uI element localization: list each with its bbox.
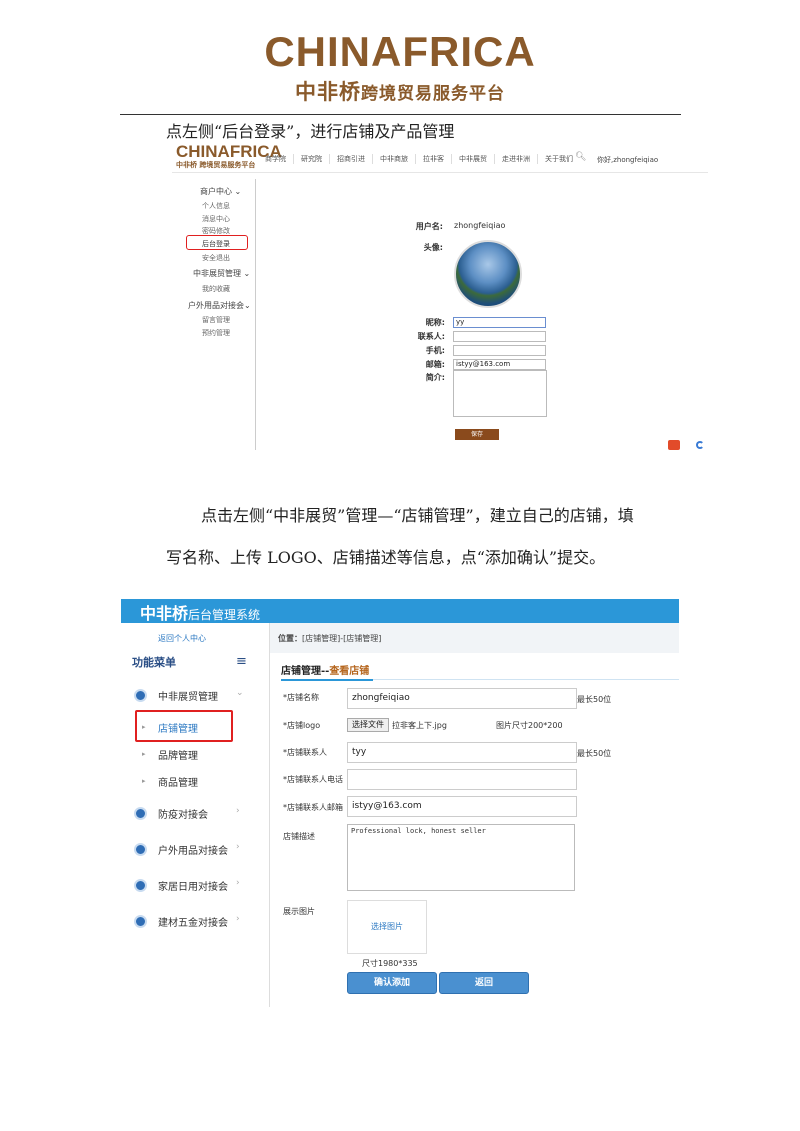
- site-logo-subtitle: 中非桥 跨境贸易服务平台: [176, 161, 256, 169]
- caret-right-icon: ▸: [142, 750, 146, 758]
- intro-textarea[interactable]: [453, 370, 547, 417]
- phone-field[interactable]: [453, 345, 546, 356]
- back-button[interactable]: 返回: [439, 972, 529, 994]
- chevron-down-icon: ⌄: [244, 301, 251, 310]
- nav-item[interactable]: 研究院: [294, 154, 330, 164]
- sidebar-item-messages-mgmt[interactable]: 留言管理: [202, 315, 230, 325]
- shop-email-input[interactable]: istyy@163.com: [347, 796, 577, 817]
- username-label: 用户名:: [415, 222, 443, 231]
- chosen-file-name: 拉非客上下.jpg: [392, 721, 447, 730]
- save-button[interactable]: 保存: [455, 429, 499, 440]
- contact-field[interactable]: [453, 331, 546, 342]
- sidebar-item-product-mgmt[interactable]: 商品管理: [158, 774, 198, 789]
- nav-item[interactable]: 拉非客: [416, 154, 452, 164]
- nickname-field[interactable]: yy: [453, 317, 546, 328]
- shop-name-input[interactable]: zhongfeiqiao: [347, 688, 577, 709]
- shop-contact-input[interactable]: tyy: [347, 742, 577, 763]
- shop-name-label: *店铺名称: [283, 693, 319, 702]
- instruction-paragraph-1: 点左侧“后台登录”，进行店铺及产品管理: [166, 122, 455, 141]
- site-nav: 商学院 研究院 招商引进 中非商旅 拉非客 中非展贸 走进非洲 关于我们: [258, 154, 580, 164]
- choose-image-button[interactable]: 选择图片: [347, 900, 427, 954]
- shop-name-hint: 最长50位: [577, 695, 612, 704]
- chevron-down-icon: ⌄: [236, 688, 244, 698]
- intro-label: 简介:: [425, 373, 445, 382]
- nav-item[interactable]: 商学院: [258, 154, 294, 164]
- sidebar-item-brand-mgmt[interactable]: 品牌管理: [158, 747, 198, 762]
- shop-contact-label: *店铺联系人: [283, 748, 327, 757]
- float-widget-icon[interactable]: [668, 440, 680, 450]
- caret-right-icon: ▸: [142, 777, 146, 785]
- sidebar-group-expo[interactable]: 中非展贸管理 ⌄: [193, 268, 250, 279]
- group-icon: [134, 807, 147, 820]
- sidebar-group-home[interactable]: 家居日用对接会: [158, 878, 228, 893]
- member-sidebar: 商户中心 ⌄ 个人信息 消息中心 密码修改 后台登录 安全退出 中非展贸管理 ⌄…: [174, 179, 256, 450]
- chevron-right-icon: ›: [236, 914, 240, 924]
- section-title: 店铺管理--查看店铺: [281, 666, 370, 677]
- contact-label: 联系人:: [417, 332, 445, 341]
- nav-item[interactable]: 中非展贸: [452, 154, 495, 164]
- chevron-right-icon: ›: [236, 842, 240, 852]
- shop-contact-hint: 最长50位: [577, 749, 612, 758]
- username-value: zhongfeiqiao: [454, 221, 506, 230]
- instruction-paragraph-2-line1: 点击左侧“中非展贸”管理—“店铺管理”，建立自己的店铺，填: [201, 506, 634, 525]
- shop-phone-input[interactable]: [347, 769, 577, 790]
- menu-title: 功能菜单: [132, 656, 176, 669]
- nav-item[interactable]: 招商引进: [330, 154, 373, 164]
- section-divider-accent: [281, 679, 373, 681]
- shop-email-label: *店铺联系人邮箱: [283, 803, 343, 812]
- admin-title: 中非桥后台管理系统: [140, 604, 261, 623]
- search-icon[interactable]: 🔍︎: [575, 152, 586, 162]
- chevron-right-icon: ›: [236, 878, 240, 888]
- email-field[interactable]: istyy@163.com: [453, 359, 546, 370]
- sidebar-group-outdoor[interactable]: 户外用品对接会⌄: [188, 300, 251, 311]
- brand-logo: CHINAFRICA: [264, 28, 536, 75]
- choose-file-button[interactable]: 选择文件: [347, 718, 389, 732]
- sidebar-group-building[interactable]: 建材五金对接会: [158, 914, 228, 929]
- shop-phone-label: *店铺联系人电话: [283, 775, 343, 784]
- sidebar-item-favorites[interactable]: 我的收藏: [202, 284, 230, 294]
- group-icon: [134, 915, 147, 928]
- moon-icon[interactable]: [696, 441, 704, 449]
- avatar-label: 头像:: [423, 243, 443, 252]
- nickname-label: 昵称:: [425, 318, 445, 327]
- highlight-box-shop-mgmt: [135, 710, 233, 742]
- showcase-image-label: 展示图片: [283, 907, 315, 916]
- nav-item[interactable]: 走进非洲: [495, 154, 538, 164]
- chevron-down-icon: ⌄: [234, 187, 242, 196]
- sidebar-group-epidemic[interactable]: 防疫对接会: [158, 806, 208, 821]
- avatar[interactable]: [454, 240, 522, 308]
- group-icon: [134, 689, 147, 702]
- logo-size-hint: 图片尺寸200*200: [496, 721, 563, 730]
- menu-icon[interactable]: ≡: [236, 654, 247, 669]
- confirm-add-button[interactable]: 确认添加: [347, 972, 437, 994]
- group-icon: [134, 843, 147, 856]
- group-icon: [134, 879, 147, 892]
- email-label: 邮箱:: [425, 360, 445, 369]
- user-greeting[interactable]: 你好,zhongfeiqiao: [597, 155, 658, 165]
- image-size-hint: 尺寸1980*335: [362, 959, 418, 968]
- shop-desc-label: 店铺描述: [283, 832, 315, 841]
- chevron-right-icon: ›: [236, 806, 240, 816]
- sidebar-item-messages[interactable]: 消息中心: [202, 214, 230, 224]
- header-divider: [120, 114, 681, 115]
- nav-item[interactable]: 关于我们: [538, 154, 580, 164]
- sidebar-group-outdoor[interactable]: 户外用品对接会: [158, 842, 228, 857]
- sidebar-item-reservations[interactable]: 预约管理: [202, 328, 230, 338]
- sidebar-group-merchant[interactable]: 商户中心 ⌄: [200, 186, 241, 197]
- back-to-profile-link[interactable]: 返回个人中心: [158, 633, 206, 644]
- shop-logo-label: *店铺logo: [283, 721, 321, 730]
- sidebar-item-logout[interactable]: 安全退出: [202, 253, 230, 263]
- nav-item[interactable]: 中非商旅: [373, 154, 416, 164]
- phone-label: 手机:: [425, 346, 445, 355]
- breadcrumb: 位置：[店铺管理]-[店铺管理]: [278, 634, 382, 643]
- sidebar-group-expo-mgmt[interactable]: 中非展贸管理: [158, 688, 218, 703]
- highlight-box-backend-login: [186, 235, 248, 250]
- sidebar-item-profile[interactable]: 个人信息: [202, 201, 230, 211]
- chevron-down-icon: ⌄: [243, 269, 251, 278]
- shop-desc-textarea[interactable]: Professional lock, honest seller: [347, 824, 575, 891]
- brand-subtitle: 中非桥跨境贸易服务平台: [295, 80, 505, 104]
- instruction-paragraph-2-line2: 写名称、上传 LOGO、店铺描述等信息，点“添加确认”提交。: [166, 548, 606, 567]
